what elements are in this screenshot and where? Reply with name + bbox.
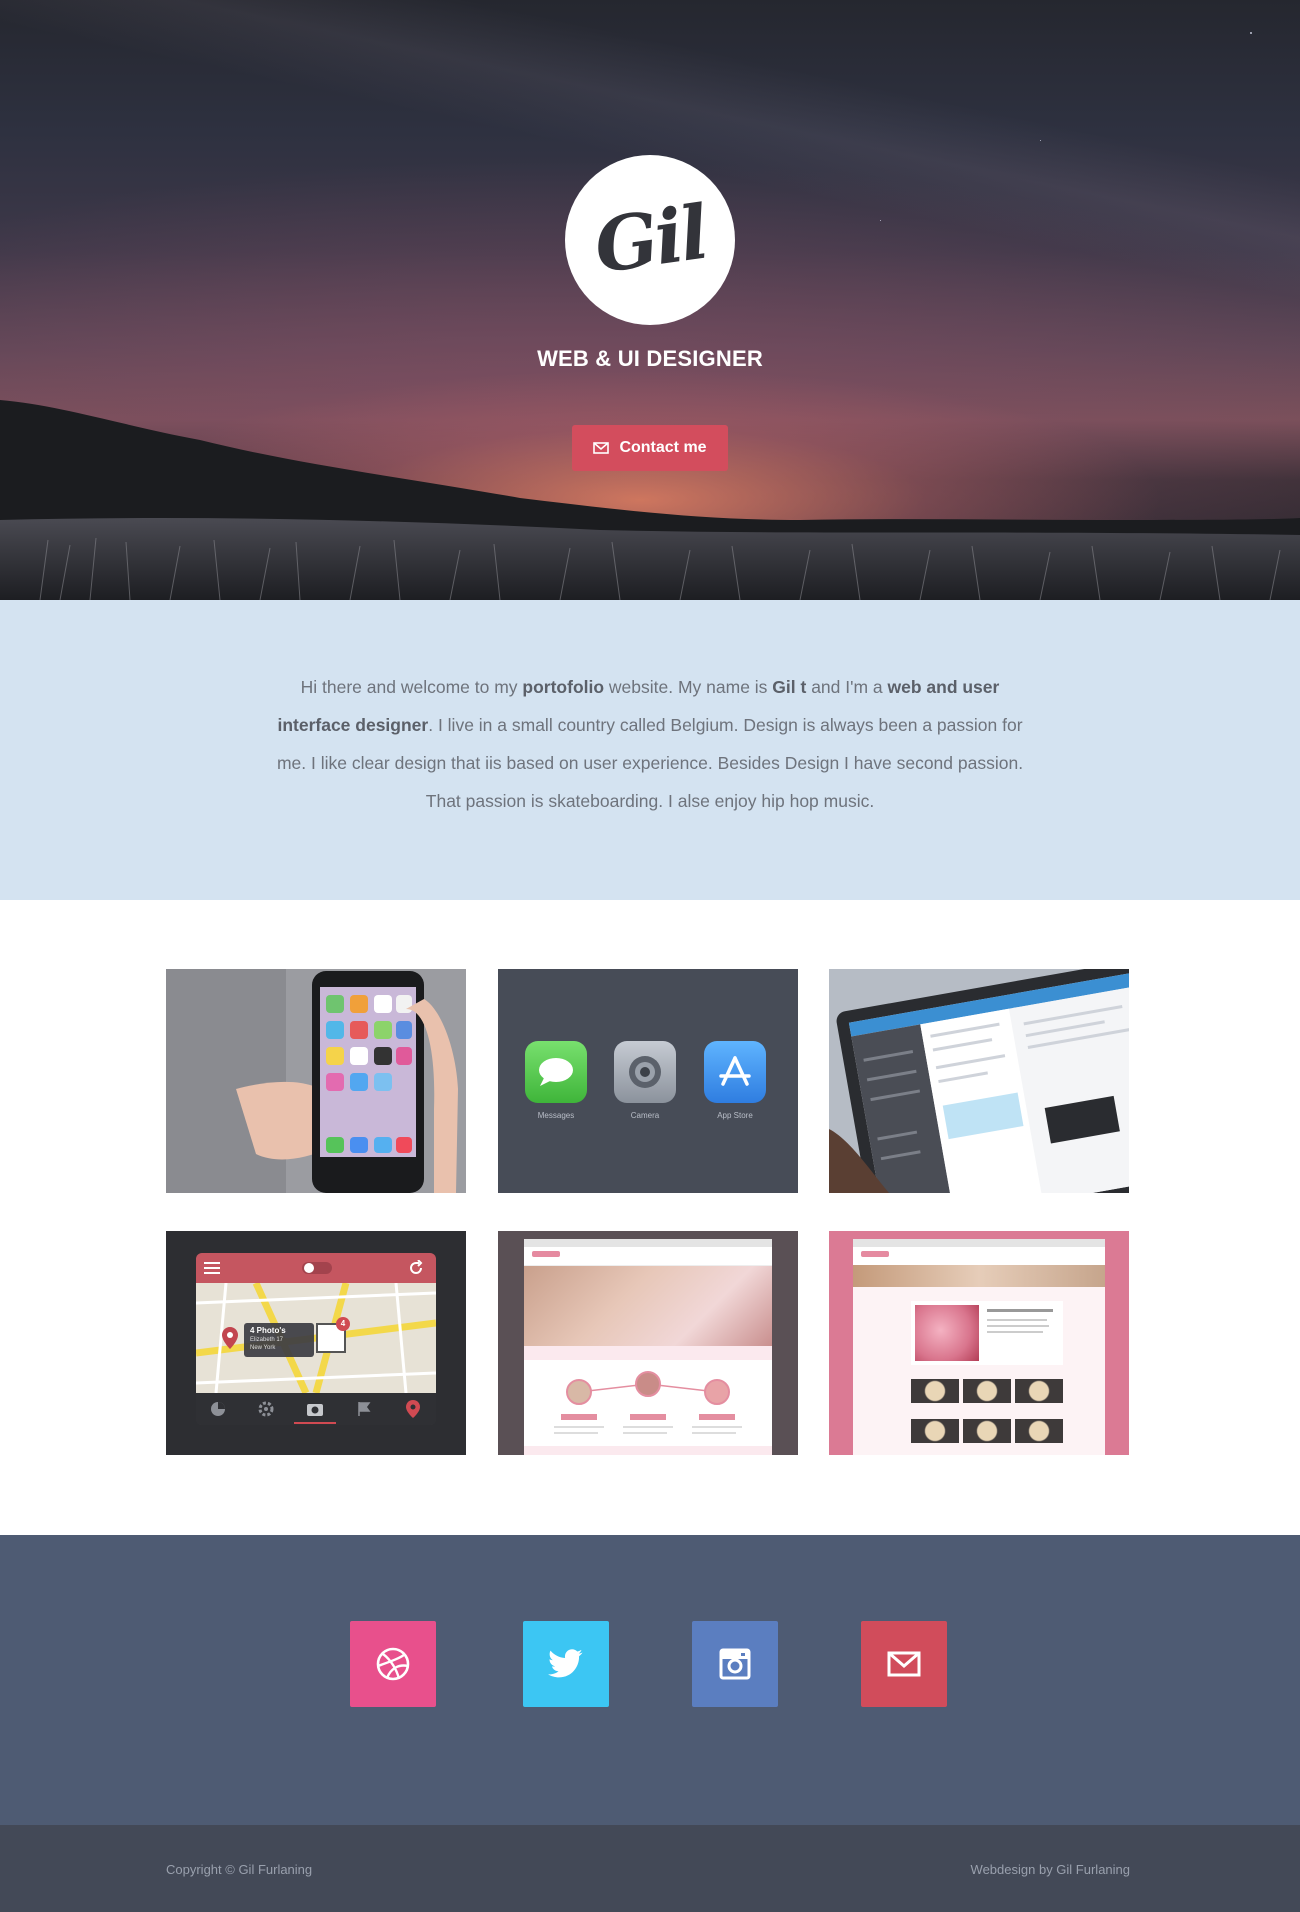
footer: Copyright © Gil Furlaning Webdesign by G… — [0, 1825, 1300, 1912]
portfolio-grid: Messages Camera App Store 4 Photo's Eliz… — [166, 969, 1130, 1455]
address-line-2: New York — [250, 1345, 276, 1351]
browser-bar — [853, 1239, 1105, 1247]
contact-button-label: Contact me — [619, 439, 707, 456]
pie-icon — [211, 1402, 225, 1416]
logo-text: Gil — [589, 189, 711, 291]
photo-count-label: 4 Photo's — [250, 1326, 286, 1335]
hero-section: Gil WEB & UI DESIGNER Contact me — [0, 0, 1300, 600]
portfolio-tile-photo-map-app[interactable]: 4 Photo's Elizabeth 17 New York 4 — [166, 1231, 466, 1455]
browser-bar — [524, 1239, 772, 1247]
star — [880, 220, 881, 221]
mail-icon — [593, 442, 610, 454]
toggle-switch — [302, 1262, 332, 1274]
camera-label: Camera — [630, 1111, 660, 1120]
menu-icon — [204, 1262, 220, 1274]
hero-tagline: WEB & UI DESIGNER — [537, 346, 763, 371]
app-store-label: App Store — [717, 1111, 753, 1120]
camera-icon — [614, 1041, 676, 1103]
address-line-1: Elizabeth 17 — [250, 1337, 284, 1343]
portfolio-tile-website-dark[interactable] — [498, 1231, 798, 1455]
twitter-icon — [548, 1649, 583, 1678]
app-frame: 4 Photo's Elizabeth 17 New York 4 — [196, 1253, 436, 1425]
about-text: Hi there and welcome to my portofolio we… — [270, 668, 1030, 820]
contact-button[interactable]: Contact me — [572, 425, 728, 471]
product-grid — [911, 1379, 1063, 1455]
portfolio-tile-ipad-mail[interactable] — [829, 969, 1129, 1193]
twitter-button[interactable] — [523, 1621, 609, 1707]
camera-tab-icon — [307, 1404, 323, 1416]
about-section: Hi there and welcome to my portofolio we… — [0, 600, 1300, 900]
about-segment: website. My name is — [604, 677, 773, 697]
app-tab-bar — [196, 1393, 436, 1425]
site-nav — [524, 1247, 772, 1266]
about-segment-bold: Gil t — [772, 677, 807, 697]
hero-image — [524, 1266, 772, 1346]
app-header-bar — [196, 1253, 436, 1283]
mail-button[interactable] — [861, 1621, 947, 1707]
content-band — [524, 1346, 772, 1360]
flag-icon — [358, 1402, 371, 1416]
instagram-button[interactable] — [692, 1621, 778, 1707]
active-tab-indicator — [294, 1422, 336, 1424]
map-view: 4 Photo's Elizabeth 17 New York 4 — [196, 1281, 436, 1395]
portfolio-tile-iphone[interactable] — [166, 969, 466, 1193]
photo-callout: 4 Photo's Elizabeth 17 New York — [244, 1323, 314, 1357]
messages-icon — [525, 1041, 587, 1103]
landscape-silhouette — [0, 400, 1300, 600]
photo-badge: 4 — [336, 1317, 350, 1331]
portfolio-tile-website-pink[interactable] — [829, 1231, 1129, 1455]
gear-icon — [258, 1401, 274, 1417]
banner — [853, 1265, 1105, 1287]
iphone-in-hand-image — [166, 969, 466, 1193]
star — [1040, 140, 1041, 141]
copyright-text: Copyright © Gil Furlaning — [166, 1862, 313, 1877]
about-segment-bold: portofolio — [522, 677, 605, 697]
dribbble-icon — [376, 1647, 410, 1681]
star — [1250, 32, 1252, 34]
app-store-icon — [704, 1041, 766, 1103]
featured-card — [911, 1301, 1063, 1365]
dribbble-button[interactable] — [350, 1621, 436, 1707]
map-pin-icon — [222, 1327, 238, 1349]
site-nav — [853, 1247, 1105, 1265]
instagram-icon — [719, 1648, 751, 1680]
feature-circles — [524, 1371, 772, 1455]
website-mockup — [524, 1239, 772, 1455]
refresh-icon — [410, 1260, 423, 1274]
about-segment: and I'm a — [806, 677, 888, 697]
website-mockup-pink — [853, 1239, 1105, 1455]
location-icon — [406, 1400, 420, 1418]
about-segment: Hi there and welcome to my — [300, 677, 523, 697]
mail-icon — [887, 1651, 921, 1677]
portfolio-tile-ios-icons[interactable]: Messages Camera App Store — [498, 969, 798, 1193]
credit-text: Webdesign by Gil Furlaning — [970, 1862, 1130, 1877]
ipad-mail-image — [829, 969, 1129, 1193]
ice-cream-image — [915, 1305, 979, 1361]
social-section — [0, 1535, 1300, 1825]
messages-label: Messages — [537, 1111, 575, 1120]
logo[interactable]: Gil — [565, 155, 735, 325]
